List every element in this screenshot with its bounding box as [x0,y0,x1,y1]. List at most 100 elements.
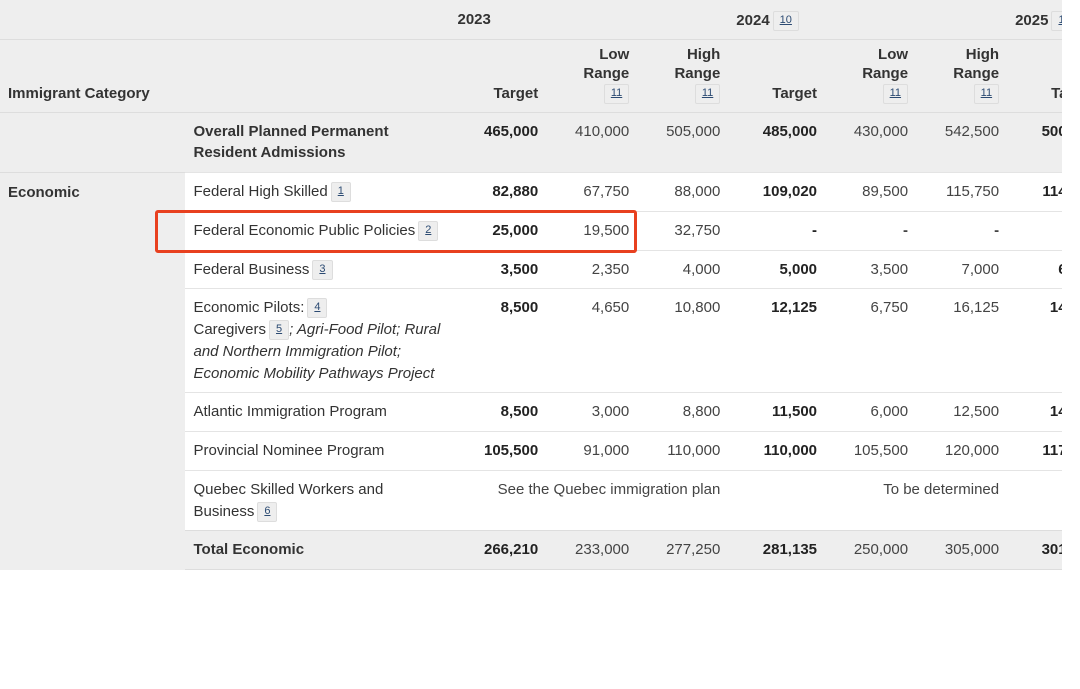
row-label-text: Federal High Skilled [193,183,328,200]
cell-2023-high: 8,800 [637,392,729,432]
footnote-link-11[interactable]: 11 [973,83,1000,104]
cell-2023-target: 25,000 [449,210,547,250]
low-range-label: Low Range [862,46,909,82]
category-cell-empty [0,111,186,173]
cell-2024-high: 120,000 [916,431,1008,471]
cell-2023-low: 19,500 [546,210,638,250]
cell-2023-target: 465,000 [449,111,547,173]
row-label: Federal Business 3 [185,249,450,289]
header-2024-target: Target [728,39,826,112]
header-2023-high-range: High Range 11 [637,39,729,112]
cell-2023-target: 8,500 [449,392,547,432]
header-2024-low-range: Low Range 11 [825,39,917,112]
table-header: 2023 202410 2025 10 Immigrant Category Ta… [0,0,1080,112]
low-range-label: Low Range [583,46,630,82]
year-group-2023: 2023 [449,0,729,40]
cell-2024-low: 6,000 [825,392,917,432]
category-cell-economic: Economic [0,172,186,570]
year-group-header-row: 2023 202410 2025 10 [0,0,1080,40]
cell-2023-high: 110,000 [637,431,729,471]
cell-2024-target: 11,500 [728,392,826,432]
cell-2023-high: 88,000 [637,172,729,212]
high-range-label: High Range [674,46,721,82]
footnote-link-3[interactable]: 3 [312,259,333,280]
cell-2024-high: 115,750 [916,172,1008,212]
cell-2023-high: 505,000 [637,111,729,173]
row-label-text: Economic Pilots: [193,299,305,317]
row-label: Atlantic Immigration Program [185,392,450,432]
cell-2024-high: - [916,210,1008,250]
year-label: 2025 [1015,12,1049,29]
row-label: Federal High Skilled 1 [185,172,450,212]
table-page: 2023 202410 2025 10 Immigrant Category Ta… [0,0,1080,689]
footnote-link-6[interactable]: 6 [257,501,278,522]
row-label-text: Federal Business [193,260,310,278]
header-spacer [0,0,450,40]
row-label: Quebec Skilled Workers and Business 6 [185,469,450,531]
cell-2024-target: 109,020 [728,172,826,212]
cell-2024-high: 305,000 [916,530,1008,570]
cell-2023-low: 4,650 [546,288,638,393]
cell-2024-quebec-note: To be determined [728,469,1008,531]
footnote-link-11[interactable]: 11 [694,83,721,104]
year-group-2024: 2024 10 [728,0,1008,40]
cell-2024-high: 12,500 [916,392,1008,432]
immigrant-category-header: Immigrant Category [0,39,450,112]
row-label: Federal Economic Public Policies 2 [185,210,450,250]
cell-2023-low: 3,000 [546,392,638,432]
table-row: Overall Planned Permanent Resident Admis… [0,111,1080,173]
cell-2023-target: 105,500 [449,431,547,471]
cell-2024-low: - [825,210,917,250]
header-2023-target: Target [449,39,547,112]
cell-2023-target: 82,880 [449,172,547,212]
cell-2024-low: 6,750 [825,288,917,393]
cell-2024-target: - [728,210,826,250]
cell-2023-target: 266,210 [449,530,547,570]
cell-2023-high: 32,750 [637,210,729,250]
footnote-link-1[interactable]: 1 [330,182,351,202]
footnote-link-4[interactable]: 4 [307,298,328,319]
cell-2024-low: 430,000 [825,111,917,173]
row-label: Total Economic [185,530,450,570]
cell-2024-high: 542,500 [916,111,1008,173]
row-label: Economic Pilots: 4 Caregivers 5; Agri-Food… [185,288,450,393]
cell-2023-low: 2,350 [546,249,638,289]
row-label-caregivers: Caregivers [193,321,267,338]
year-label: 2023 [457,11,491,28]
cell-2024-high: 7,000 [916,249,1008,289]
right-gutter [1062,0,1080,689]
cell-2024-low: 89,500 [825,172,917,212]
table-row-federal-high-skilled: Economic Federal High Skilled 1 82,880 67… [0,172,1080,570]
cell-2023-low: 233,000 [546,530,638,570]
row-label: Overall Planned Permanent Resident Admis… [185,111,450,173]
footnote-link-2[interactable]: 2 [418,220,439,241]
cell-2023-target: 3,500 [449,249,547,289]
year-label: 2024 [736,12,770,29]
footnote-link-5[interactable]: 5 [269,320,290,340]
cell-2024-target: 12,125 [728,288,826,393]
row-label-text: Federal Economic Public Policies [193,221,416,239]
cell-2024-low: 3,500 [825,249,917,289]
cell-2024-target: 110,000 [728,431,826,471]
footnote-link-11[interactable]: 11 [603,83,630,104]
cell-2024-target: 485,000 [728,111,826,173]
header-2024-high-range: High Range 11 [916,39,1008,112]
footnote-link-10[interactable]: 10 [772,11,799,31]
cell-2023-quebec-note: See the Quebec immigration plan [449,469,729,531]
cell-2024-target: 281,135 [728,530,826,570]
cell-2023-low: 410,000 [546,111,638,173]
footnote-link-11[interactable]: 11 [882,83,909,104]
cell-2023-high: 277,250 [637,530,729,570]
row-label: Provincial Nominee Program [185,431,450,471]
cell-2024-high: 16,125 [916,288,1008,393]
header-2023-low-range: Low Range 11 [546,39,638,112]
cell-2023-low: 91,000 [546,431,638,471]
column-header-row: Immigrant Category Target Low Range 11 H… [0,39,1080,112]
high-range-label: High Range [953,46,1000,82]
row-label-text: Quebec Skilled Workers and Business [193,480,384,520]
cell-2023-target: 8,500 [449,288,547,393]
cell-2024-low: 250,000 [825,530,917,570]
cell-2023-low: 67,750 [546,172,638,212]
cell-2023-high: 4,000 [637,249,729,289]
table-body: Overall Planned Permanent Resident Admis… [0,111,1080,570]
